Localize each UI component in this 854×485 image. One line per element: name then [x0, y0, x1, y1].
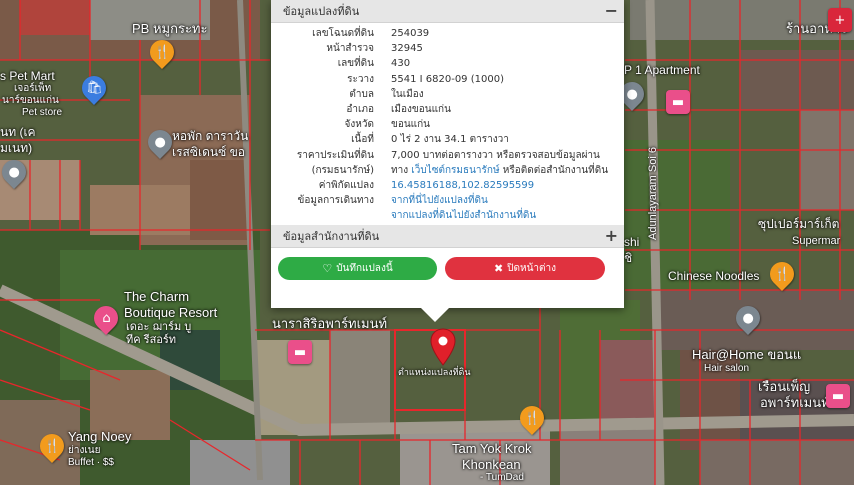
- field-value: 32945: [391, 43, 423, 55]
- map-label-top-left: นท (เค: [0, 125, 36, 139]
- location-marker-icon[interactable]: [430, 328, 456, 366]
- field-row-area: เนื้อที่ 0 ไร่ 2 งาน 34.1 ตารางวา: [271, 132, 624, 147]
- field-value: ในเมือง: [391, 88, 424, 100]
- field-value: 254039: [391, 28, 430, 39]
- map-label-top-left-2: มเนท): [0, 141, 33, 155]
- save-plot-label: บันทึกแปลงนี้: [336, 262, 393, 274]
- map-label-narasiri: นาราสิริอพาร์ทเมนท์: [272, 316, 388, 331]
- map-label-yang-noey-th: ย่างเนย: [68, 445, 101, 456]
- map-label-chinese-noodles: Chinese Noodles: [668, 269, 760, 283]
- price-value-line-2: ทาง เว็บไซต์กรมธนารักษ์ หรือติดต่อสำนักง…: [391, 163, 616, 178]
- land-office-section-header[interactable]: ข้อมูลสำนักงานที่ดิน +: [271, 224, 624, 248]
- land-info-section-header[interactable]: ข้อมูลแปลงที่ดิน −: [271, 0, 624, 23]
- bed-icon[interactable]: ▬: [288, 340, 312, 364]
- collapse-icon[interactable]: −: [605, 3, 618, 19]
- field-label: ค่าพิกัดแปลง: [318, 180, 374, 192]
- field-label: เนื้อที่: [351, 134, 374, 146]
- land-info-fields: เลขโฉนดที่ดิน 254039 หน้าสำรวจ 32945 เลข…: [271, 23, 624, 224]
- field-label: หน้าสำรวจ: [326, 43, 374, 55]
- map-label-supermart: ซุปเปอร์มาร์เก็ต: [758, 217, 840, 231]
- bed-icon[interactable]: ▬: [666, 90, 690, 114]
- map-label-plot-position: ตำแหน่งแปลงที่ดิน: [398, 367, 471, 377]
- parcel-info-popup: ข้อมูลแปลงที่ดิน − เลขโฉนดที่ดิน 254039 …: [271, 0, 624, 322]
- map-label-dorm: หอพัก ดาราวัน: [172, 129, 249, 143]
- field-value: 0 ไร่ 2 งาน 34.1 ตารางวา: [391, 134, 509, 146]
- directions-to-office-link[interactable]: จากแปลงที่ดินไปยังสำนักงานที่ดิน: [391, 208, 616, 223]
- field-value: 7,000 บาทต่อตารางวา หรือตรวจสอบข้อมูลผ่า…: [391, 148, 624, 178]
- field-value: 430: [391, 58, 411, 70]
- field-value: จากที่นี่ไปยังแปลงที่ดิน จากแปลงที่ดินไป…: [391, 193, 624, 223]
- field-label: ระวาง: [347, 73, 374, 85]
- close-window-button[interactable]: ✖ ปิดหน้าต่าง: [445, 256, 605, 280]
- field-value: 5541 I 6820-09 (1000): [391, 73, 504, 85]
- map-label-pet-mart-th2: นาร์ขอนแก่น: [2, 95, 59, 106]
- close-window-label: ปิดหน้าต่าง: [507, 262, 557, 274]
- field-label: เลขที่ดิน: [337, 58, 374, 70]
- map-label-charm-th2: ทีค รีสอร์ท: [126, 334, 177, 346]
- map-label-apartment: P 1 Apartment: [624, 63, 700, 77]
- coordinates-link[interactable]: 16.45816188,102.82595599: [391, 178, 624, 193]
- field-row-travel: ข้อมูลการเดินทาง จากที่นี่ไปยังแปลงที่ดิ…: [271, 193, 624, 223]
- land-office-section-title: ข้อมูลสำนักงานที่ดิน: [283, 229, 380, 243]
- field-label: จังหวัด: [344, 119, 374, 131]
- map-label-ruenpet: เรือนเพ็ญ: [758, 379, 811, 394]
- map-label-buffet: Buffet · $$: [68, 457, 114, 468]
- map-label-hair-salon: Hair salon: [704, 363, 750, 374]
- map-label-adun-road: Adunlayaram Soi 6: [647, 147, 659, 240]
- field-label: ข้อมูลการเดินทาง: [297, 195, 374, 207]
- map-label-charm-th: เดอะ ฌาร์ม บู: [126, 321, 192, 333]
- field-label: เลขโฉนดที่ดิน: [312, 28, 374, 39]
- map-label-shi: shi: [624, 235, 640, 249]
- map-label-dorm-2: เรสซิเดนซ์ ขอ: [172, 145, 246, 159]
- price-value-line-1: 7,000 บาทต่อตารางวา หรือตรวจสอบข้อมูลผ่า…: [391, 149, 600, 161]
- directions-to-plot-link[interactable]: จากที่นี่ไปยังแปลงที่ดิน: [391, 193, 616, 208]
- treasury-website-link[interactable]: เว็บไซต์กรมธนารักษ์: [411, 165, 499, 176]
- map-label-charm-2: Boutique Resort: [124, 305, 218, 320]
- heart-icon: ♡: [322, 261, 333, 275]
- price-label-line-2: (กรมธนารักษ์): [311, 164, 374, 176]
- popup-actions: ♡ บันทึกแปลงนี้ ✖ ปิดหน้าต่าง: [271, 248, 624, 280]
- hospital-icon[interactable]: +: [828, 8, 852, 32]
- map-label-shi-2: ชิ: [624, 251, 633, 265]
- map-label-pb: PB หมูกระทะ: [132, 21, 208, 36]
- land-info-section-title: ข้อมูลแปลงที่ดิน: [283, 5, 360, 18]
- field-row-coordinates: ค่าพิกัดแปลง 16.45816188,102.82595599: [271, 178, 624, 193]
- field-value: เมืองขอนแก่น: [391, 104, 451, 116]
- map-label-pet-mart: s Pet Mart: [0, 69, 55, 83]
- field-value: ขอนแก่น: [391, 119, 431, 131]
- map-label-pet-mart-th: เจอร์เพ็ท: [14, 83, 52, 94]
- map-label-hair-home: Hair@Home ขอนแ: [692, 347, 802, 362]
- map-label-charm: The Charm: [124, 289, 190, 304]
- field-label: ราคาประเมินที่ดิน (กรมธนารักษ์): [271, 148, 391, 178]
- save-plot-button[interactable]: ♡ บันทึกแปลงนี้: [278, 256, 437, 280]
- expand-icon[interactable]: +: [605, 227, 618, 244]
- bed-icon[interactable]: ▬: [826, 384, 850, 408]
- field-row-map-sheet: ระวาง 5541 I 6820-09 (1000): [271, 72, 624, 87]
- map-label-yang-noey: Yang Noey: [68, 429, 132, 444]
- field-label: ตำบล: [349, 88, 374, 100]
- field-row-subdistrict: ตำบล ในเมือง: [271, 87, 624, 102]
- close-icon: ✖: [493, 261, 504, 275]
- field-label: อำเภอ: [346, 104, 374, 116]
- map-label-supermart-en: Supermar: [792, 235, 841, 247]
- field-row-province: จังหวัด ขอนแก่น: [271, 117, 624, 132]
- map-label-tumdad: - TumDad: [480, 472, 524, 483]
- field-row-survey-page: หน้าสำรวจ 32945: [271, 41, 624, 56]
- field-row-district: อำเภอ เมืองขอนแก่น: [271, 102, 624, 117]
- field-row-land-number: เลขที่ดิน 430: [271, 56, 624, 71]
- map-label-tam-yok: Tam Yok Krok: [452, 441, 532, 456]
- price-suffix: หรือติดต่อสำนักงานที่ดิน: [499, 164, 609, 176]
- map-label-khonkean: Khonkean: [462, 457, 521, 472]
- map-label-pet-store: Pet store: [22, 107, 63, 118]
- map-label-ruenpet-2: อพาร์ทเมนท์: [760, 395, 830, 410]
- price-prefix: ทาง: [391, 164, 412, 176]
- field-row-appraisal-price: ราคาประเมินที่ดิน (กรมธนารักษ์) 7,000 บา…: [271, 148, 624, 178]
- field-row-deed-number: เลขโฉนดที่ดิน 254039: [271, 26, 624, 41]
- price-label-line-1: ราคาประเมินที่ดิน: [296, 149, 374, 161]
